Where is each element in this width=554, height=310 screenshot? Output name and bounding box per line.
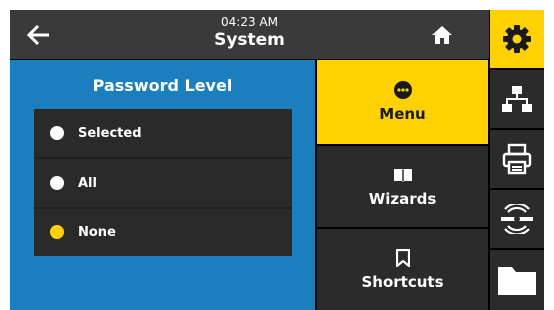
menu-column: Menu Wizards Shortcuts (317, 60, 488, 310)
book-icon (393, 166, 413, 184)
right-rail (490, 10, 544, 310)
radio-dot (50, 126, 64, 140)
radio-dot (50, 176, 64, 190)
printer-icon (502, 143, 532, 175)
option-label: Selected (78, 125, 142, 141)
bookmark-icon (395, 248, 410, 267)
menu-label: Menu (379, 105, 426, 123)
page-title: System (214, 30, 285, 50)
gear-icon (503, 25, 531, 53)
shortcuts-button[interactable]: Shortcuts (317, 229, 488, 310)
clock-time: 04:23 AM (221, 15, 278, 29)
network-icon (502, 86, 532, 112)
home-button[interactable] (428, 22, 456, 48)
option-none[interactable]: None (34, 208, 292, 256)
option-selected[interactable]: Selected (34, 109, 292, 157)
password-level-panel: Password Level Selected All None (10, 60, 315, 310)
network-button[interactable] (490, 70, 544, 128)
option-all[interactable]: All (34, 159, 292, 207)
option-label: All (78, 175, 97, 191)
dots-icon (393, 81, 412, 99)
wizards-label: Wizards (368, 189, 437, 208)
header-bar: 04:23 AM System (10, 10, 489, 59)
option-label: None (78, 224, 116, 240)
sensor-button[interactable] (490, 190, 544, 248)
storage-button[interactable] (490, 250, 544, 310)
settings-button[interactable] (490, 10, 544, 68)
panel-title: Password Level (92, 76, 233, 95)
radio-dot-selected (50, 225, 64, 239)
print-button[interactable] (490, 130, 544, 188)
home-icon (432, 26, 452, 44)
sensor-icon (501, 204, 533, 234)
password-options-list: Selected All None (34, 109, 292, 256)
printer-screen: 04:23 AM System Password Level Selected … (10, 10, 544, 310)
folder-icon (498, 267, 536, 295)
menu-button[interactable]: Menu (317, 60, 488, 144)
wizards-button[interactable]: Wizards (317, 146, 488, 227)
shortcuts-label: Shortcuts (361, 272, 444, 291)
